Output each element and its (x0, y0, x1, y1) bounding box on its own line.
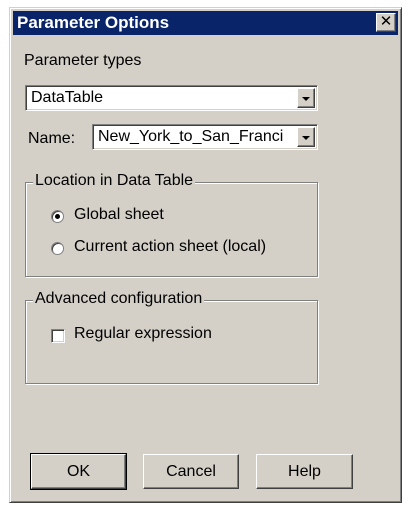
parameter-types-value: DataTable (31, 89, 104, 106)
name-value: New_York_to_San_Franci (98, 128, 284, 145)
cancel-button[interactable]: Cancel (143, 454, 239, 489)
parameter-types-label: Parameter types (24, 52, 142, 69)
advanced-group-title: Advanced configuration (33, 290, 205, 308)
radio-selected-dot (55, 214, 60, 219)
global-sheet-radio[interactable] (51, 210, 64, 223)
chevron-down-icon[interactable] (297, 127, 315, 147)
current-action-sheet-radio[interactable] (51, 242, 64, 255)
title-bar: Parameter Options ✕ (13, 11, 398, 35)
dialog-title: Parameter Options (17, 13, 170, 32)
regular-expression-checkbox[interactable] (51, 329, 65, 343)
global-sheet-label[interactable]: Global sheet (74, 206, 164, 224)
chevron-down-icon[interactable] (297, 88, 315, 108)
name-label: Name: (28, 130, 76, 147)
help-button[interactable]: Help (256, 454, 353, 489)
close-icon[interactable]: ✕ (376, 13, 396, 32)
location-group-title: Location in Data Table (33, 172, 196, 190)
parameter-types-combobox[interactable]: DataTable (25, 85, 318, 111)
ok-button[interactable]: OK (30, 453, 127, 490)
regular-expression-label[interactable]: Regular expression (74, 325, 212, 343)
location-groupbox: Location in Data Table Global sheet Curr… (25, 172, 318, 277)
current-action-sheet-label[interactable]: Current action sheet (local) (74, 238, 266, 256)
name-combobox[interactable]: New_York_to_San_Franci (92, 124, 318, 150)
advanced-groupbox: Advanced configuration Regular expressio… (25, 290, 318, 384)
parameter-options-dialog: Parameter Options ✕ Parameter types Data… (9, 7, 402, 503)
